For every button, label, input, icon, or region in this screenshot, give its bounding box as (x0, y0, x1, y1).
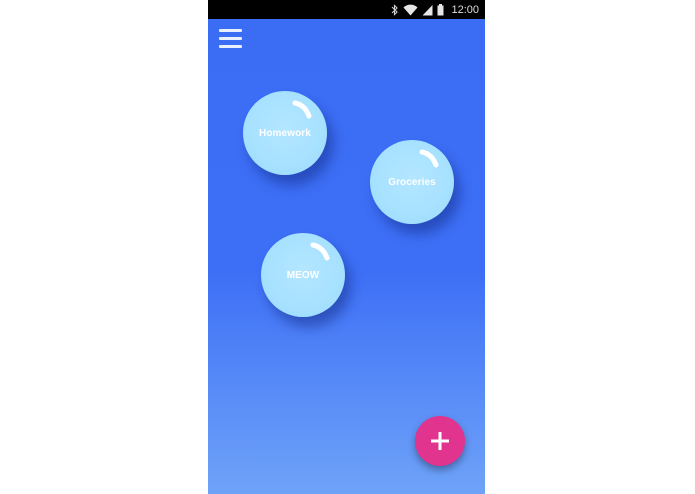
wifi-icon (403, 4, 418, 16)
signal-icon (422, 4, 433, 15)
status-clock: 12:00 (451, 3, 479, 16)
add-button[interactable] (415, 416, 465, 466)
battery-icon (437, 3, 444, 15)
bubble-label: MEOW (286, 269, 320, 281)
bubble-shine-icon (292, 100, 312, 119)
bubble-label: Homework (259, 127, 311, 139)
menu-bar-line (219, 37, 242, 40)
bubble-groceries[interactable]: Groceries (370, 140, 454, 224)
app-screen: 12:00 Homework Groceries MEOW (208, 0, 485, 494)
plus-icon (431, 432, 449, 450)
bubble-homework[interactable]: Homework (243, 91, 327, 175)
menu-bar-line (219, 45, 242, 48)
bubble-shine-icon (419, 149, 439, 168)
bubble-meow[interactable]: MEOW (261, 233, 345, 317)
bubble-shine-icon (310, 242, 330, 261)
bluetooth-icon (392, 3, 399, 16)
bubble-label: Groceries (388, 176, 436, 188)
menu-button[interactable] (219, 29, 243, 51)
status-bar: 12:00 (208, 0, 485, 19)
status-icons: 12:00 (391, 2, 479, 17)
menu-bar-line (219, 29, 242, 32)
